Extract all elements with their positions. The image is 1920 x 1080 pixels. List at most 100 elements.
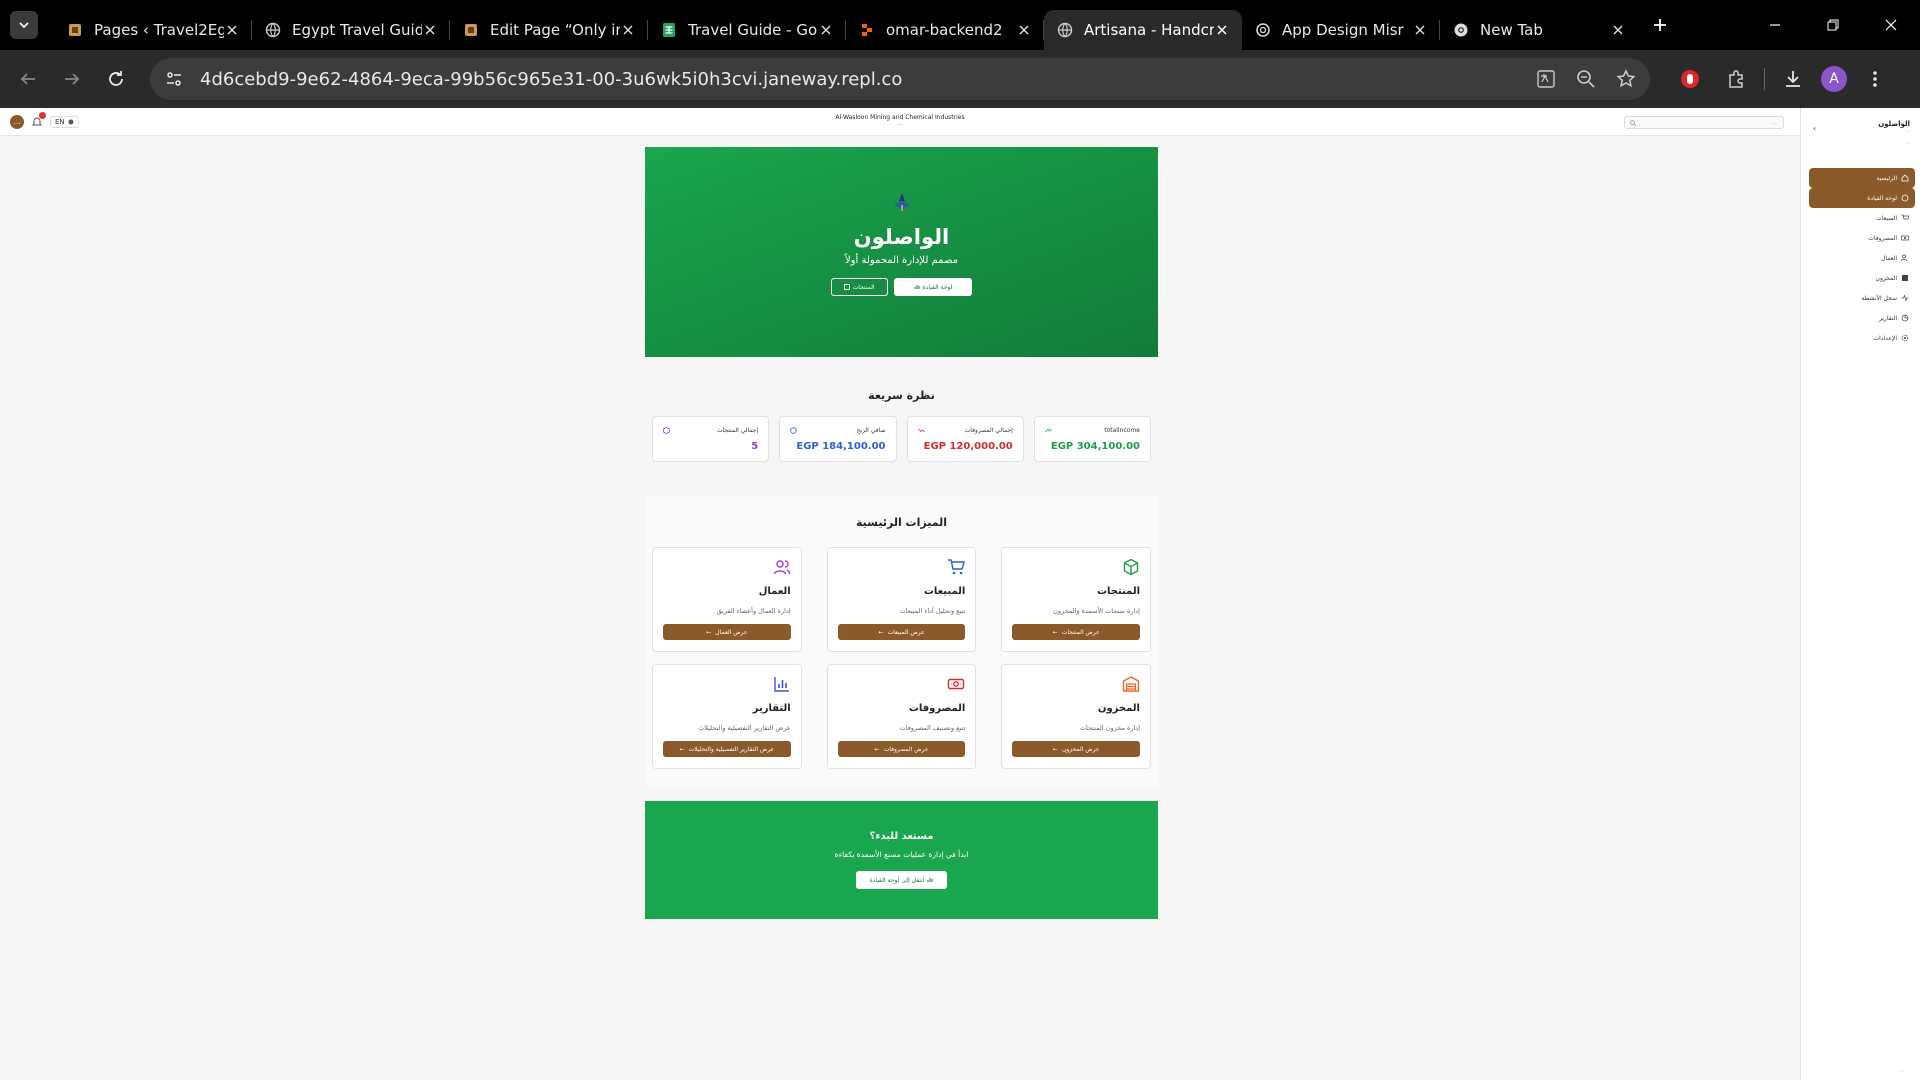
tab-title: Travel Guide - Go xyxy=(688,21,818,39)
sidebar-item-label: الرئيسية xyxy=(1876,174,1897,182)
sidebar-item-reports[interactable]: التقارير xyxy=(1809,308,1915,328)
view-workers-button[interactable]: عرض العمال ← xyxy=(663,624,791,640)
close-icon[interactable] xyxy=(1610,22,1626,38)
feature-title: المنتجات xyxy=(1096,586,1140,597)
bookmark-button[interactable] xyxy=(1610,63,1642,95)
dashboard-button[interactable]: لوحة القيادة xyxy=(893,278,973,296)
close-icon[interactable] xyxy=(1016,22,1032,38)
box-icon xyxy=(843,284,850,290)
sidebar-item-workers[interactable]: العمال xyxy=(1809,248,1915,268)
current-datetime: … xyxy=(897,121,903,127)
sidebar-item-label: المصروفات xyxy=(1868,234,1897,242)
profile-avatar[interactable]: A xyxy=(1821,66,1847,92)
extension-button[interactable] xyxy=(1672,61,1708,97)
close-icon[interactable] xyxy=(1412,22,1428,38)
feature-card-reports: التقارير عرض التقارير التفصيلية والتحليل… xyxy=(652,664,802,769)
translate-icon xyxy=(1537,70,1555,88)
button-label: عرض التقارير التفصيلية والتحليلات xyxy=(688,745,775,753)
notifications-button[interactable] xyxy=(30,112,46,129)
browser-tab-active[interactable]: Artisana - Handcr xyxy=(1044,10,1242,50)
browser-tab[interactable]: Travel Guide - Go xyxy=(648,10,846,50)
close-icon[interactable] xyxy=(422,22,438,38)
globe-icon xyxy=(68,119,74,125)
stat-label: totalIncome xyxy=(1104,427,1140,434)
restore-button[interactable] xyxy=(1804,0,1862,50)
money-icon xyxy=(1901,235,1909,241)
zoom-out-icon xyxy=(1577,70,1595,88)
view-reports-button[interactable]: عرض التقارير التفصيلية والتحليلات ← xyxy=(663,741,791,757)
forward-button[interactable] xyxy=(50,57,94,101)
hero-banner: الواصلون مصمم للإدارة المحمولة أولاً الم… xyxy=(645,147,1158,357)
extensions-menu-button[interactable] xyxy=(1718,61,1754,97)
reload-button[interactable] xyxy=(94,57,138,101)
language-switcher[interactable]: EN xyxy=(50,116,79,128)
browser-tab[interactable]: Pages ‹ Travel2Eg xyxy=(54,10,252,50)
stat-total-income: totalIncome EGP 304,100.00 xyxy=(1033,416,1151,462)
feature-title: المبيعات xyxy=(923,586,966,597)
downloads-button[interactable] xyxy=(1775,61,1811,97)
feature-description: إدارة العمال وأعضاء الفريق xyxy=(716,607,791,615)
close-icon[interactable] xyxy=(818,22,834,38)
browser-tab[interactable]: omar-backend2 xyxy=(846,10,1044,50)
view-inventory-button[interactable]: عرض المخزون ← xyxy=(1012,741,1140,757)
company-name: Al-Wasloon Mining and Chemical Industrie… xyxy=(835,114,965,121)
close-icon[interactable] xyxy=(620,22,636,38)
go-to-dashboard-button[interactable]: انتقل إلى لوحة القيادة xyxy=(855,871,948,889)
globe-icon xyxy=(1056,21,1074,39)
sidebar-item-inventory[interactable]: المخزون xyxy=(1809,268,1915,288)
feature-title: العمال xyxy=(758,586,791,597)
browser-tab[interactable]: New Tab xyxy=(1440,10,1638,50)
cta-subtitle: ابدأ في إدارة عمليات مصنع الأسمدة بكفاءة xyxy=(834,850,969,859)
tune-icon xyxy=(167,72,181,86)
browser-menu-button[interactable] xyxy=(1857,61,1893,97)
minimize-button[interactable] xyxy=(1746,0,1804,50)
sidebar-item-expenses[interactable]: المصروفات xyxy=(1809,228,1915,248)
new-tab-button[interactable] xyxy=(1646,11,1674,39)
minimize-icon xyxy=(1770,24,1780,26)
site-info-button[interactable] xyxy=(156,61,192,97)
app-version: … xyxy=(1905,140,1910,146)
collapse-sidebar-button[interactable]: ‹ xyxy=(1813,124,1816,133)
address-bar[interactable]: 4d6cebd9-9e62-4864-9eca-99b56c965e31-00-… xyxy=(150,58,1650,100)
kebab-menu-icon xyxy=(1873,71,1877,87)
dashboard-icon xyxy=(914,285,920,289)
products-button[interactable]: المنتجات xyxy=(830,278,888,296)
search-input[interactable]: … xyxy=(1624,116,1784,129)
sidebar-item-activity-log[interactable]: سجل الأنشطة xyxy=(1809,288,1915,308)
features-section: الميزات الرئيسية المنتجات إدارة منتجات ا… xyxy=(645,496,1158,787)
money-icon xyxy=(948,678,965,690)
browser-toolbar: 4d6cebd9-9e62-4864-9eca-99b56c965e31-00-… xyxy=(0,50,1920,108)
plus-icon xyxy=(1654,19,1666,31)
browser-tab[interactable]: Egypt Travel Guide xyxy=(252,10,450,50)
zoom-button[interactable] xyxy=(1570,63,1602,95)
hero-subtitle: مصمم للإدارة المحمولة أولاً xyxy=(844,255,959,266)
translate-button[interactable] xyxy=(1530,63,1562,95)
view-products-button[interactable]: عرض المنتجات ← xyxy=(1012,624,1140,640)
user-avatar[interactable]: … xyxy=(10,115,24,129)
tab-search-button[interactable] xyxy=(10,11,38,39)
close-icon[interactable] xyxy=(1214,22,1230,38)
stat-total-expenses: إجمالي المصروفات EGP 120,000.00 xyxy=(906,416,1024,462)
tab-title: omar-backend2 xyxy=(886,21,1003,39)
view-expenses-button[interactable]: عرض المصروفات ← xyxy=(837,741,966,757)
browser-tab[interactable]: App Design Misr xyxy=(1242,10,1440,50)
sidebar-item-label: التقارير xyxy=(1878,314,1897,322)
url-text[interactable]: 4d6cebd9-9e62-4864-9eca-99b56c965e31-00-… xyxy=(200,69,902,90)
tab-title: Egypt Travel Guide xyxy=(292,21,422,39)
box-icon xyxy=(663,427,670,434)
company-logo xyxy=(893,193,910,211)
view-sales-button[interactable]: عرض المبيعات ← xyxy=(837,624,966,640)
stat-label: صافي الربح xyxy=(856,427,886,434)
sidebar-item-sales[interactable]: المبيعات xyxy=(1809,208,1915,228)
sheets-icon xyxy=(660,21,678,39)
feature-title: المخزون xyxy=(1097,703,1140,714)
globe-icon xyxy=(264,21,282,39)
sidebar-item-home[interactable]: الرئيسية xyxy=(1809,168,1915,188)
close-window-button[interactable] xyxy=(1862,0,1920,50)
browser-tab[interactable]: Edit Page “Only in xyxy=(450,10,648,50)
arrow-left-icon: ← xyxy=(1052,745,1058,753)
sidebar-item-settings[interactable]: الإعدادات xyxy=(1809,328,1915,348)
close-icon[interactable] xyxy=(224,22,240,38)
sidebar-item-dashboard[interactable]: لوحة القيادة xyxy=(1809,188,1915,208)
back-button[interactable] xyxy=(6,57,50,101)
